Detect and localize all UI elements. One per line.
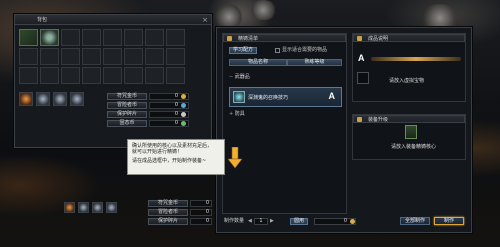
upgrade-title: 装备升级 (368, 117, 389, 123)
inventory-slot[interactable] (145, 29, 164, 46)
inventory-slot-item[interactable] (40, 29, 59, 46)
recipe-list-title: 精铸清单 (238, 36, 259, 42)
inventory-slot[interactable] (103, 29, 122, 46)
currency-button-0[interactable]: 符咒金币 (107, 93, 147, 100)
inventory-slot[interactable] (19, 48, 38, 65)
category-armor-label: 防具 (234, 111, 245, 117)
info-icon (357, 36, 362, 41)
inventory-slot-item[interactable] (19, 29, 38, 46)
crystal-skill-icon[interactable] (70, 92, 84, 106)
gold-coin-icon (350, 219, 355, 224)
hotbar-armor-icon[interactable] (106, 202, 117, 213)
virtual-item-slot[interactable] (357, 72, 369, 84)
gold-coin-icon (181, 94, 186, 99)
inventory-slot[interactable] (145, 67, 164, 84)
inventory-slot[interactable] (40, 67, 59, 84)
product-info-header: 成品说明 (353, 34, 465, 42)
crafting-window: 精铸清单 学习配方 显示适合需要的物品 物品名称 熟练等级 − 武器品 深渊鬼的… (216, 27, 472, 233)
inventory-slot[interactable] (19, 67, 38, 84)
solid-coin-icon (181, 121, 186, 126)
currency-button-2[interactable]: 保护碎片 (107, 111, 147, 118)
inventory-title-bar[interactable]: 背包 (15, 15, 211, 25)
inventory-slot[interactable] (166, 48, 185, 65)
bottom-hotbar: 符咒金币 冒险者币 保护碎片 0 0 0 (64, 200, 214, 236)
tooltip-line-3: 请在成品选框中，开始制作装备~ (132, 158, 207, 164)
tutorial-arrow-down-icon (228, 147, 242, 169)
learn-recipe-button[interactable]: 学习配方 (229, 47, 258, 54)
craft-quantity-input[interactable]: 1 (254, 218, 268, 225)
recipe-icon (233, 91, 245, 103)
inventory-slot[interactable] (103, 48, 122, 65)
blue-coin-icon (181, 103, 186, 108)
recipe-list-header: 精铸清单 (223, 34, 346, 42)
hotbar-currency-2[interactable]: 保护碎片 (148, 218, 188, 225)
product-info-panel: 成品说明 A 请放入虚拟宝物 (352, 33, 466, 102)
wing-skill-icon[interactable] (36, 92, 50, 106)
inventory-grid-top (19, 29, 185, 84)
category-armor[interactable]: + 防具 (229, 111, 245, 117)
recipe-name: 深渊鬼的召唤技巧 (248, 95, 289, 101)
inventory-slot[interactable] (166, 67, 185, 84)
upgrade-core-slot[interactable] (405, 125, 417, 139)
equipment-icon-row (19, 92, 84, 106)
hotbar-currency-0[interactable]: 符咒金币 (148, 200, 188, 207)
inventory-slot[interactable] (124, 67, 143, 84)
quantity-apply-button[interactable]: 圆用 (290, 218, 309, 225)
craft-quantity-label: 制作数量 (224, 218, 245, 224)
inventory-slot[interactable] (61, 67, 80, 84)
recipe-item-selected[interactable]: 深渊鬼的召唤技巧 A (229, 87, 342, 107)
product-grade-bar (371, 57, 461, 61)
inventory-slot[interactable] (166, 29, 185, 46)
tutorial-tooltip: 确认所使用的核心以及素材充足后， 就可以开始进行精铸！ 请在成品选框中，开始制作… (127, 139, 225, 175)
inventory-window: 背包 × 符咒金币 0 冒险者币 0 保护碎片 0 固态币 0 (14, 14, 212, 148)
column-skill-level[interactable]: 熟练等级 (287, 59, 342, 66)
currency-button-1[interactable]: 冒险者币 (107, 102, 147, 109)
inventory-slot[interactable] (124, 48, 143, 65)
column-item-name[interactable]: 物品名称 (229, 59, 287, 66)
recipe-list-panel: 精铸清单 学习配方 显示适合需要的物品 物品名称 熟练等级 − 武器品 深渊鬼的… (222, 33, 347, 214)
inventory-slot[interactable] (103, 67, 122, 84)
hotbar-currency-1[interactable]: 冒险者币 (148, 209, 188, 216)
inventory-slot[interactable] (145, 48, 164, 65)
scroll-icon (227, 36, 232, 41)
hotbar-value-0: 0 (190, 200, 212, 207)
inventory-slot[interactable] (61, 29, 80, 46)
currency-button-3[interactable]: 固态币 (107, 120, 147, 127)
craft-button[interactable]: 制作 (434, 217, 464, 225)
hotbar-crystal-icon[interactable] (92, 202, 103, 213)
inventory-slot[interactable] (124, 29, 143, 46)
craft-all-button[interactable]: 全部制作 (400, 217, 430, 225)
upgrade-core-label: 请放入装备精铸核心 (391, 144, 437, 150)
equipment-upgrade-panel: 装备升级 请放入装备精铸核心 (352, 114, 466, 160)
wing-skill-icon-2[interactable] (53, 92, 67, 106)
inventory-slot[interactable] (82, 29, 101, 46)
show-suitable-checkbox[interactable] (275, 48, 280, 53)
inventory-title: 背包 (37, 17, 48, 23)
category-weapons[interactable]: − 武器品 (229, 74, 250, 80)
fragment-icon (181, 112, 186, 117)
quantity-decrease-icon[interactable]: ◀ (248, 218, 252, 225)
upgrade-header: 装备升级 (353, 115, 465, 123)
show-suitable-label: 显示适合需要的物品 (282, 47, 328, 53)
hotbar-wing-icon[interactable] (78, 202, 89, 213)
npc-figure-2 (248, 0, 278, 20)
tooltip-line-2: 就可以开始进行精铸！ (132, 149, 183, 155)
category-weapons-label: 武器品 (234, 74, 250, 80)
hammer-icon (357, 117, 362, 122)
inventory-slot[interactable] (40, 48, 59, 65)
hotbar-value-1: 0 (190, 209, 212, 216)
inventory-slot[interactable] (82, 67, 101, 84)
product-grade: A (358, 53, 365, 63)
quantity-increase-icon[interactable]: ▶ (270, 218, 274, 225)
hotbar-value-2: 0 (190, 218, 212, 225)
recipe-grade: A (328, 91, 336, 101)
inventory-slot[interactable] (82, 48, 101, 65)
virtual-item-label: 请放入虚拟宝物 (389, 78, 425, 84)
hotbar-fire-icon[interactable] (64, 202, 75, 213)
inventory-slot[interactable] (61, 48, 80, 65)
product-info-title: 成品说明 (368, 36, 389, 42)
fire-skill-icon[interactable] (19, 92, 33, 106)
inventory-close-icon[interactable]: × (201, 16, 209, 24)
